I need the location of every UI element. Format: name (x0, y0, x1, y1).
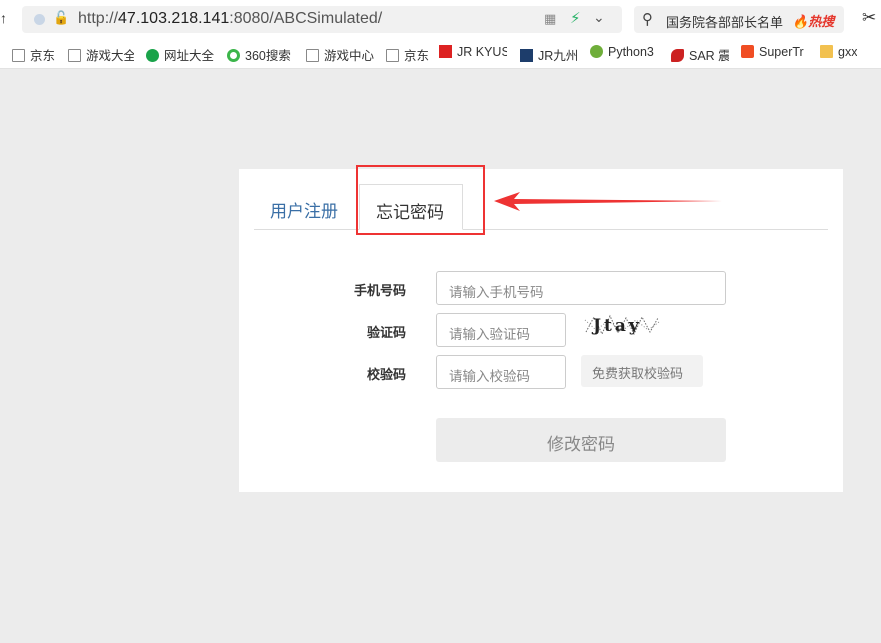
search-box[interactable]: ⚲ 国务院各部部长名单 🔥热搜 (634, 6, 844, 33)
c-icon (741, 45, 754, 58)
change-password-button[interactable]: 修改密码 (436, 418, 726, 462)
sms-code-input[interactable]: 请输入校验码 (436, 355, 566, 389)
get-sms-code-label: 免费获取校验码 (592, 366, 684, 381)
search-suggestion[interactable]: 国务院各部部长名单 (666, 12, 783, 31)
sms-code-label: 校验码 (366, 367, 406, 382)
bookmark-item[interactable]: 京东 (386, 45, 429, 64)
jr9-icon (520, 49, 533, 62)
change-password-label: 修改密码 (547, 435, 615, 454)
qr-code-icon[interactable]: ▦ (544, 11, 556, 27)
captcha-image[interactable]: Jtay (584, 312, 660, 338)
chevron-down-icon[interactable]: ⌄ (593, 9, 605, 26)
sar-icon (671, 49, 684, 62)
bookmark-item[interactable]: 游戏大全 (68, 45, 134, 64)
lightning-icon[interactable]: ⚡ (570, 9, 581, 27)
bookmark-item[interactable]: SuperTr (741, 45, 807, 59)
bookmarks-bar: 京东 游戏大全 网址大全 360搜索 游戏中心 京东 JR KYUS JR九州 … (0, 38, 881, 69)
python-icon (590, 45, 603, 58)
jr-icon (439, 45, 452, 58)
captcha-input[interactable]: 请输入验证码 (436, 313, 566, 347)
bookmark-item[interactable]: SAR 震 (671, 45, 729, 64)
bookmark-item[interactable]: JR KYUS (439, 45, 507, 59)
insecure-lock-icon[interactable]: 🔓 (53, 10, 69, 26)
captcha-text: Jtay (591, 316, 642, 336)
sms-code-placeholder: 请输入校验码 (449, 369, 530, 384)
url-text[interactable]: http://47.103.218.141:8080/ABCSimulated/ (78, 10, 382, 28)
page-icon (68, 49, 81, 62)
phone-input[interactable]: 请输入手机号码 (436, 271, 726, 305)
scissors-icon[interactable]: ✂ (862, 8, 876, 28)
up-arrow-icon[interactable]: ↑ (0, 10, 7, 26)
bookmark-item[interactable]: 360搜索 (227, 45, 291, 64)
password-reset-card: 用户注册 忘记密码 手机号码 请输入手机号码 验证码 请输入验证码 Jtay 校… (239, 169, 843, 492)
bookmark-item[interactable]: 京东 (12, 45, 55, 64)
bookmark-item[interactable]: Python3 (590, 45, 656, 59)
bookmark-item[interactable]: JR九州 (520, 45, 578, 64)
tab-divider (254, 229, 828, 230)
folder-icon (820, 45, 833, 58)
page-icon (386, 49, 399, 62)
green-globe-icon (146, 49, 159, 62)
hot-search-badge: 🔥热搜 (792, 14, 835, 29)
annotation-highlight-box (356, 165, 485, 235)
captcha-placeholder: 请输入验证码 (449, 327, 530, 342)
phone-label: 手机号码 (353, 283, 406, 298)
page-icon (12, 49, 25, 62)
site-info-icon[interactable] (34, 14, 45, 25)
tab-register[interactable]: 用户注册 (270, 197, 338, 222)
search-icon: ⚲ (642, 11, 653, 28)
browser-toolbar: ↑ 🔓 http://47.103.218.141:8080/ABCSimula… (0, 0, 881, 38)
bookmark-item[interactable]: gxx (820, 45, 857, 59)
get-sms-code-button[interactable]: 免费获取校验码 (581, 355, 703, 387)
annotation-arrow (494, 192, 722, 211)
phone-placeholder: 请输入手机号码 (449, 285, 544, 300)
page-icon (306, 49, 319, 62)
360-icon (227, 49, 240, 62)
address-bar[interactable]: 🔓 http://47.103.218.141:8080/ABCSimulate… (22, 6, 622, 33)
bookmark-item[interactable]: 网址大全 (146, 45, 214, 64)
captcha-label: 验证码 (366, 325, 406, 340)
bookmark-item[interactable]: 游戏中心 (306, 45, 374, 64)
